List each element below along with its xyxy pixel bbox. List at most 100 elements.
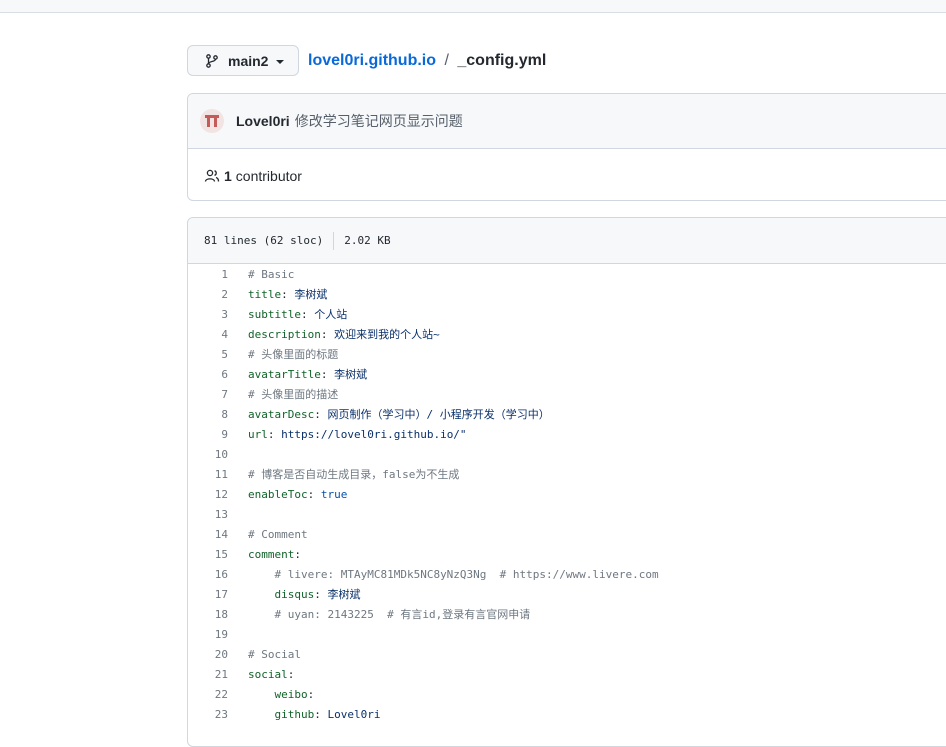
yaml-value: 网页制作（学习中）/ 小程序开发（学习中） [327,408,550,421]
code-line: 12 enableToc: true [188,484,946,504]
line-number[interactable]: 11 [188,468,248,481]
line-number[interactable]: 8 [188,408,248,421]
yaml-key: avatarTitle [248,368,321,381]
line-content: avatarTitle: 李树斌 [248,368,368,381]
line-number[interactable]: 16 [188,568,248,581]
code-line: 21 social: [188,664,946,684]
line-content: # Social [248,648,301,661]
git-branch-icon [206,53,218,68]
line-number[interactable]: 12 [188,488,248,501]
line-content: weibo: [274,687,315,701]
line-content: avatarDesc: 网页制作（学习中）/ 小程序开发（学习中） [248,408,550,421]
code-line: 2 title: 李树斌 [188,284,946,304]
yaml-key: avatarDesc [248,408,315,421]
code-line: 19 [188,624,946,644]
line-content: # 博客是否自动生成目录，false为不生成 [248,466,459,482]
commit-box: Lovel0ri 修改学习笔记网页显示问题 1 contributor [187,93,946,201]
top-nav-bar [0,0,946,13]
line-content: subtitle: 个人站 [248,308,348,321]
line-content: enableToc: true [248,487,348,501]
line-content: # 头像里面的描述 [248,386,338,402]
yaml-key: title [248,288,282,301]
commit-message[interactable]: 修改学习笔记网页显示问题 [295,111,463,131]
line-content: github: Lovel0ri [274,707,381,721]
code-line: 18 # uyan: 2143225 # 有言id,登录有言官网申请 [188,604,946,624]
code-line: 5 # 头像里面的标题 [188,344,946,364]
line-number[interactable]: 22 [188,688,248,701]
code-comment: # Social [248,647,301,661]
file-info-bar: 81 lines (62 sloc) 2.02 KB [188,218,946,264]
yaml-key: github [274,707,315,721]
contributor-count: 1 [224,167,232,184]
branch-select-button[interactable]: main2 [187,45,299,76]
contributors-row[interactable]: 1 contributor [188,149,946,200]
code-line: 20 # Social [188,644,946,664]
code-line: 13 [188,504,946,524]
code-line: 7 # 头像里面的描述 [188,384,946,404]
code-comment: # uyan: 2143225 # 有言id,登录有言官网申请 [274,608,531,621]
line-number[interactable]: 21 [188,668,248,681]
line-number[interactable]: 2 [188,288,248,301]
code-line: 17 disqus: 李树斌 [188,584,946,604]
code-line: 22 weibo: [188,684,946,704]
branch-name: main2 [228,52,269,69]
line-content: # Basic [248,268,294,281]
code-line: 16 # livere: MTAyMC81MDk5NC8yNzQ3Ng # ht… [188,564,946,584]
yaml-key: description [248,328,321,341]
line-content: disqus: 李树斌 [274,588,361,601]
line-number[interactable]: 13 [188,508,248,521]
line-number[interactable]: 6 [188,368,248,381]
line-number[interactable]: 14 [188,528,248,541]
yaml-value: 李树斌 [327,588,361,601]
code-body: 1 # Basic 2 title: 李树斌 3 subtitle: 个人站 4 descri… [188,264,946,724]
code-line: 11 # 博客是否自动生成目录，false为不生成 [188,464,946,484]
repo-link[interactable]: lovel0ri.github.io [308,52,436,69]
file-name: _config.yml [457,52,547,69]
line-content: social: [248,667,295,681]
code-line: 6 avatarTitle: 李树斌 [188,364,946,384]
yaml-key: subtitle [248,308,301,321]
yaml-value: https://lovel0ri.github.io/" [281,427,467,441]
line-number[interactable]: 9 [188,428,248,441]
code-line: 3 subtitle: 个人站 [188,304,946,324]
yaml-value: 李树斌 [334,368,368,381]
line-number[interactable]: 19 [188,628,248,641]
yaml-value: Lovel0ri [327,707,381,721]
line-number[interactable]: 7 [188,388,248,401]
line-content: title: 李树斌 [248,288,328,301]
divider [333,231,335,250]
line-content: # 头像里面的标题 [248,346,338,362]
code-line: 1 # Basic [188,264,946,284]
line-content: # livere: MTAyMC81MDk5NC8yNzQ3Ng # https… [248,568,659,581]
code-line: 15 comment: [188,544,946,564]
commit-author[interactable]: Lovel0ri [236,113,290,129]
line-number[interactable]: 3 [188,308,248,321]
line-content: # uyan: 2143225 # 有言id,登录有言官网申请 [248,606,531,622]
line-number[interactable]: 10 [188,448,248,461]
line-content: url: https://lovel0ri.github.io/" [248,427,467,441]
code-line: 10 [188,444,946,464]
line-number[interactable]: 18 [188,608,248,621]
line-number[interactable]: 4 [188,328,248,341]
code-comment: # Basic [248,267,295,281]
file-view: 81 lines (62 sloc) 2.02 KB 1 # Basic 2 titl… [187,217,946,747]
code-line: 4 description: 欢迎来到我的个人站~ [188,324,946,344]
yaml-key: enableToc [248,487,308,501]
line-number[interactable]: 5 [188,348,248,361]
author-avatar[interactable] [200,109,224,133]
line-number[interactable]: 17 [188,588,248,601]
line-content: comment: [248,547,301,561]
contributor-label: contributor [235,167,302,184]
code-line: 23 github: Lovel0ri [188,704,946,724]
code-comment: # livere: MTAyMC81MDk5NC8yNzQ3Ng # https… [274,567,659,581]
line-number[interactable]: 20 [188,648,248,661]
yaml-key: comment [248,547,295,561]
yaml-key: disqus [274,588,315,601]
yaml-value: true [320,487,348,501]
line-number[interactable]: 23 [188,708,248,721]
line-number[interactable]: 15 [188,548,248,561]
yaml-value: 欢迎来到我的个人站~ [334,328,440,341]
avatar-identicon [205,115,219,127]
line-number[interactable]: 1 [188,268,248,281]
file-size: 2.02 KB [344,234,391,247]
